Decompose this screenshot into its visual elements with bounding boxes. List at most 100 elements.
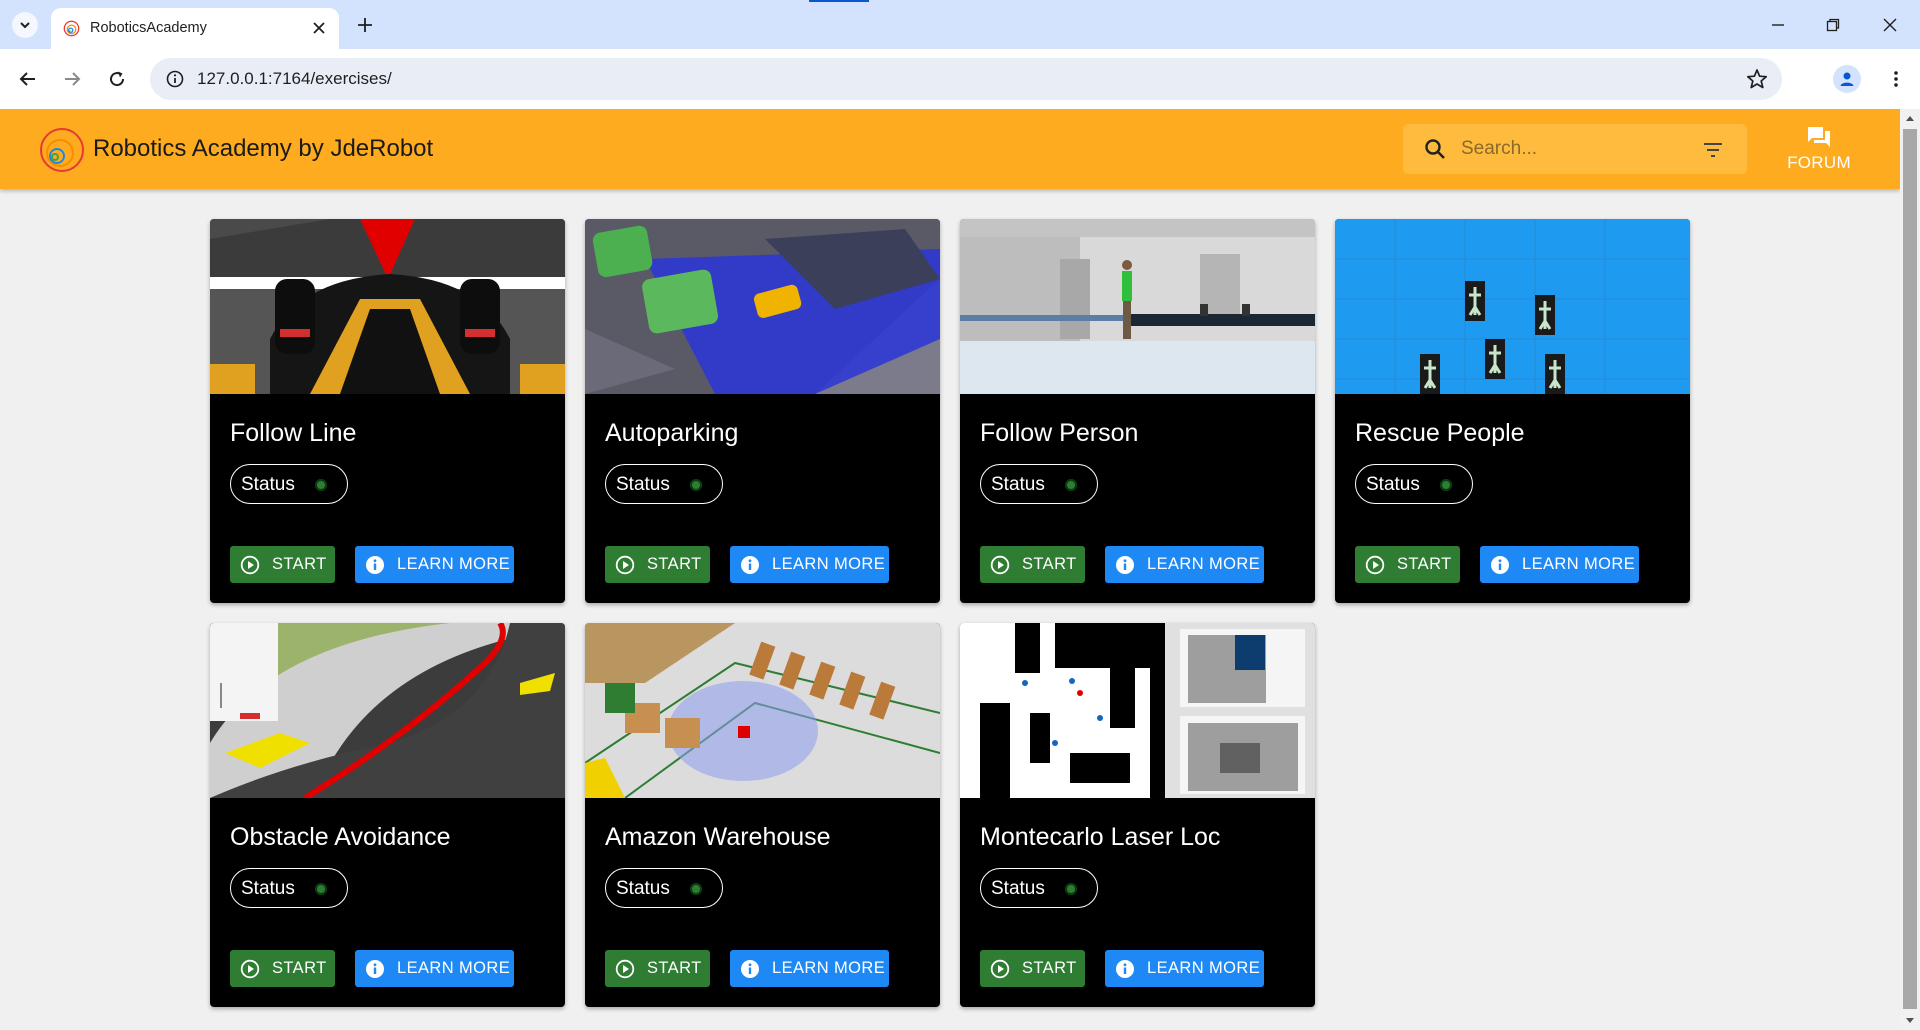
learn-more-button[interactable]: LEARN MORE xyxy=(1480,546,1639,583)
status-indicator xyxy=(315,883,327,895)
jderobot-logo-icon[interactable] xyxy=(38,126,86,174)
learn-more-label: LEARN MORE xyxy=(1522,555,1636,573)
start-button[interactable]: START xyxy=(980,950,1085,987)
plus-icon xyxy=(358,18,372,32)
reload-icon xyxy=(110,71,125,87)
play-circle-icon xyxy=(240,555,260,574)
chevron-down-icon xyxy=(20,22,30,29)
browser-toolbar: 127.0.0.1:7164/exercises/ xyxy=(0,49,1920,109)
restore-icon xyxy=(1826,18,1840,32)
status-indicator xyxy=(315,479,327,491)
scroll-down-arrow-icon[interactable] xyxy=(1905,1015,1915,1025)
url-text[interactable]: 127.0.0.1:7164/exercises/ xyxy=(197,69,392,89)
status-chip: Status xyxy=(1355,464,1473,504)
rescue-people-image xyxy=(1335,219,1690,394)
minimize-button[interactable] xyxy=(1765,12,1791,38)
forum-label: FORUM xyxy=(1787,153,1851,172)
new-tab-button[interactable] xyxy=(352,12,378,38)
forward-button[interactable] xyxy=(58,65,86,93)
exercise-card: Follow Line Status START LEARN MORE xyxy=(210,219,565,603)
profile-button[interactable] xyxy=(1833,65,1861,93)
start-button-label: START xyxy=(1022,959,1077,977)
filter-icon[interactable] xyxy=(1701,138,1725,162)
status-indicator xyxy=(690,883,702,895)
play-circle-icon xyxy=(615,555,635,574)
status-label: Status xyxy=(616,878,670,899)
close-icon xyxy=(1883,18,1897,32)
status-label: Status xyxy=(991,878,1045,899)
back-button[interactable] xyxy=(14,65,42,93)
tab-strip-accent xyxy=(809,0,869,2)
status-label: Status xyxy=(241,878,295,899)
status-chip: Status xyxy=(980,464,1098,504)
start-button-label: START xyxy=(272,555,327,573)
play-circle-icon xyxy=(615,959,635,978)
app-header: Robotics Academy by JdeRobot FORUM xyxy=(0,109,1900,189)
info-icon xyxy=(1491,555,1509,574)
restore-button[interactable] xyxy=(1820,12,1846,38)
start-button[interactable]: START xyxy=(980,546,1085,583)
search-box[interactable] xyxy=(1403,124,1747,174)
card-title: Amazon Warehouse xyxy=(605,823,831,851)
learn-more-button[interactable]: LEARN MORE xyxy=(355,546,514,583)
start-button[interactable]: START xyxy=(230,546,335,583)
page-scrollbar[interactable] xyxy=(1900,109,1920,1030)
info-icon xyxy=(741,959,759,978)
follow-person-image xyxy=(960,219,1315,394)
info-icon xyxy=(1116,959,1134,978)
app-title[interactable]: Robotics Academy by JdeRobot xyxy=(93,135,433,163)
exercise-card: Rescue People Status START LEARN MORE xyxy=(1335,219,1690,603)
learn-more-button[interactable]: LEARN MORE xyxy=(355,950,514,987)
start-button[interactable]: START xyxy=(230,950,335,987)
learn-more-button[interactable]: LEARN MORE xyxy=(730,950,889,987)
scrollbar-thumb[interactable] xyxy=(1903,129,1917,1009)
tab-close-button[interactable] xyxy=(309,18,329,38)
browser-tabstrip: RoboticsAcademy xyxy=(0,0,1920,49)
page-viewport: Robotics Academy by JdeRobot FORUM xyxy=(0,109,1920,1030)
address-bar[interactable]: 127.0.0.1:7164/exercises/ xyxy=(150,58,1782,100)
start-button[interactable]: START xyxy=(605,546,710,583)
browser-tab-active[interactable]: RoboticsAcademy xyxy=(51,8,339,49)
card-title: Obstacle Avoidance xyxy=(230,823,451,851)
site-info-icon[interactable] xyxy=(166,70,184,88)
search-icon xyxy=(1425,139,1445,159)
search-input[interactable] xyxy=(1461,134,1691,164)
status-indicator xyxy=(1065,479,1077,491)
browser-menu-button[interactable] xyxy=(1882,65,1910,93)
status-chip: Status xyxy=(230,868,348,908)
status-label: Status xyxy=(616,474,670,495)
learn-more-button[interactable]: LEARN MORE xyxy=(730,546,889,583)
close-window-button[interactable] xyxy=(1877,12,1903,38)
autoparking-image xyxy=(585,219,940,394)
learn-more-label: LEARN MORE xyxy=(1147,555,1261,573)
exercise-card: Montecarlo Laser Loc Status START LEARN … xyxy=(960,623,1315,1007)
start-button[interactable]: START xyxy=(605,950,710,987)
status-indicator xyxy=(690,479,702,491)
play-circle-icon xyxy=(1365,555,1385,574)
play-circle-icon xyxy=(990,555,1010,574)
card-title: Montecarlo Laser Loc xyxy=(980,823,1221,851)
person-icon xyxy=(1840,72,1854,86)
scroll-up-arrow-icon[interactable] xyxy=(1905,114,1915,124)
forum-button[interactable]: FORUM xyxy=(1780,119,1858,179)
tab-title: RoboticsAcademy xyxy=(90,20,207,36)
learn-more-button[interactable]: LEARN MORE xyxy=(1105,546,1264,583)
close-icon xyxy=(313,22,325,34)
learn-more-button[interactable]: LEARN MORE xyxy=(1105,950,1264,987)
tab-search-button[interactable] xyxy=(12,12,38,38)
bookmark-star-icon[interactable] xyxy=(1746,68,1768,90)
learn-more-label: LEARN MORE xyxy=(397,555,511,573)
more-vert-icon xyxy=(1894,71,1898,87)
info-icon xyxy=(366,959,384,978)
play-circle-icon xyxy=(240,959,260,978)
obstacle-avoidance-image xyxy=(210,623,565,798)
card-title: Follow Person xyxy=(980,419,1139,447)
follow-line-image xyxy=(210,219,565,394)
start-button[interactable]: START xyxy=(1355,546,1460,583)
info-icon xyxy=(366,555,384,574)
reload-button[interactable] xyxy=(103,65,131,93)
exercise-card: Follow Person Status START LEARN MORE xyxy=(960,219,1315,603)
status-indicator xyxy=(1440,479,1452,491)
start-button-label: START xyxy=(1022,555,1077,573)
arrow-left-icon xyxy=(19,72,35,86)
